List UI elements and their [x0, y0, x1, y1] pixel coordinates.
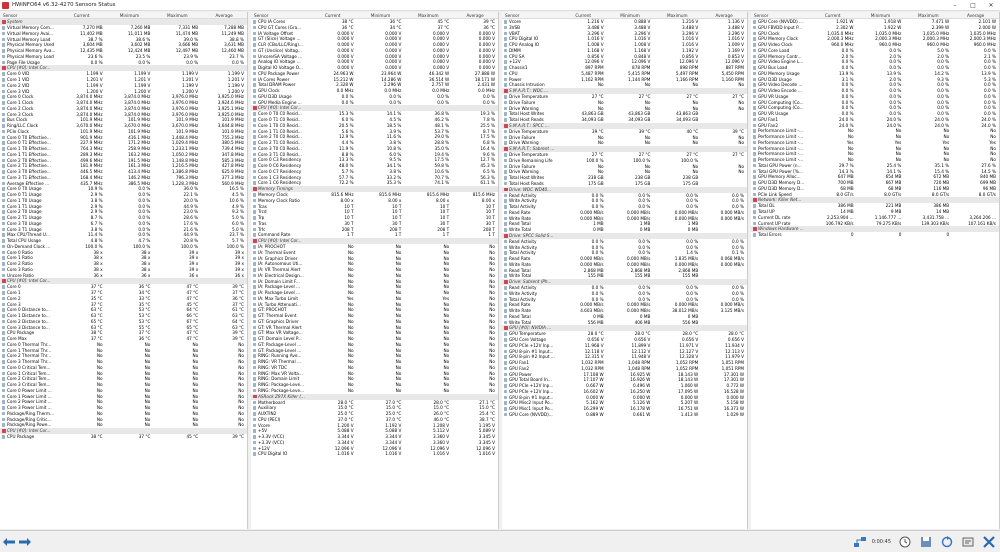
arrow-left-icon[interactable] [2, 535, 16, 549]
settings-icon[interactable] [961, 535, 975, 549]
sensor-name: Total Errors [751, 232, 809, 238]
save-icon[interactable] [919, 535, 933, 549]
column-header-sensor[interactable]: Sensor [0, 12, 58, 19]
sensor-row[interactable]: CPU Package 38 °C 37 °C 45 °C 39 °C [0, 434, 247, 440]
sensor-minimum-value: 0.661 W [632, 411, 651, 417]
clock-icon[interactable] [898, 535, 912, 549]
sensor-average-value: 1.016 V [478, 451, 495, 457]
sensor-maximum-value: 0 [946, 232, 950, 238]
sensor-minimum-value: 0 [898, 232, 902, 238]
app-icon [2, 1, 9, 9]
sensor-window: HWiNFO64 v6.32-4270 Sensors Status – □ ✕… [0, 0, 1000, 552]
column-header-minimum[interactable]: Minimum [857, 12, 905, 19]
close-window-button[interactable]: ✕ [982, 0, 1000, 11]
sensor-name: CPU Package [0, 434, 58, 440]
column-header-maximum[interactable]: Maximum [153, 12, 201, 19]
sensor-average-value: 1.029 W [726, 411, 745, 417]
column-header-current[interactable]: Current [58, 12, 106, 19]
column-header-current[interactable]: Current [809, 12, 857, 19]
sensor-current-value: 38 °C [90, 434, 103, 439]
sensor-row[interactable]: GPU Core (NVVDD)... 0.889 W 0.661 W 1.413 W… [502, 412, 747, 418]
column-header-row: Sensor Current Minimum Maximum Average [502, 12, 747, 19]
arrow-right-icon[interactable] [18, 535, 32, 549]
column-header-sensor[interactable]: Sensor [751, 12, 809, 19]
sensor-minimum-value: 37 °C [138, 434, 151, 439]
column-header-current[interactable]: Current [560, 12, 607, 19]
sensor-average-value [952, 232, 999, 238]
sensor-current-value: 1.016 V [337, 451, 354, 457]
column-header-maximum[interactable]: Maximum [653, 12, 701, 19]
sensor-minimum-value: 1.016 V [385, 451, 402, 457]
sensor-pane-1[interactable]: Sensor Current Minimum Maximum Average System… [0, 12, 248, 529]
column-header-maximum[interactable]: Maximum [904, 12, 952, 19]
column-header-current[interactable]: Current [309, 12, 357, 19]
sensor-pane-4[interactable]: Sensor Current Minimum Maximum Average GPU Co… [751, 12, 1000, 529]
sensor-name: GPU Core (NVVDD)... [502, 412, 560, 418]
column-header-average[interactable]: Average [701, 12, 747, 19]
maximize-button[interactable]: □ [964, 0, 982, 11]
column-header-sensor[interactable]: Sensor [251, 12, 309, 19]
sensor-current-value: 0 [850, 232, 854, 238]
column-header-minimum[interactable]: Minimum [357, 12, 405, 19]
reset-icon[interactable] [940, 535, 954, 549]
sensor-row[interactable]: CPU Digital IO 1.016 V 1.016 V 1.016 V 1.016… [251, 451, 498, 457]
column-header-row: Sensor Current Minimum Maximum Average [251, 12, 498, 19]
sensor-pane-3[interactable]: Sensor Current Minimum Maximum Average Vcore 1… [502, 12, 748, 529]
column-header-minimum[interactable]: Minimum [106, 12, 154, 19]
sensor-pane-2[interactable]: Sensor Current Minimum Maximum Average CPU IA… [251, 12, 499, 529]
column-header-average[interactable]: Average [201, 12, 247, 19]
title-bar: HWiNFO64 v6.32-4270 Sensors Status – □ ✕ [0, 0, 1000, 11]
network-icon[interactable] [853, 535, 867, 549]
close-icon[interactable] [982, 535, 996, 549]
sensor-average-value: 39 °C [232, 434, 244, 439]
column-header-row: Sensor Current Minimum Maximum Average [0, 12, 247, 19]
sensor-name: CPU Digital IO [251, 451, 309, 457]
elapsed-time: 0:00:45 [871, 538, 891, 545]
window-controls: – □ ✕ [946, 0, 1000, 11]
column-header-average[interactable]: Average [952, 12, 999, 19]
sensor-maximum-value: 1.413 W [680, 411, 699, 417]
sensor-maximum-value: 1.016 V [432, 451, 450, 457]
column-header-sensor[interactable]: Sensor [502, 12, 560, 19]
sensor-current-value: 0.889 W [586, 411, 604, 417]
column-header-row: Sensor Current Minimum Maximum Average [751, 12, 999, 19]
column-header-maximum[interactable]: Maximum [404, 12, 452, 19]
column-header-average[interactable]: Average [452, 12, 498, 19]
sensor-row[interactable]: Total Errors 0 0 0 [751, 232, 999, 238]
status-bar: 0:00:45 [0, 530, 1000, 552]
window-title: HWiNFO64 v6.32-4270 Sensors Status [12, 2, 116, 8]
column-header-minimum[interactable]: Minimum [607, 12, 654, 19]
sensor-maximum-value: 45 °C [186, 434, 199, 439]
minimize-button[interactable]: – [946, 0, 964, 11]
